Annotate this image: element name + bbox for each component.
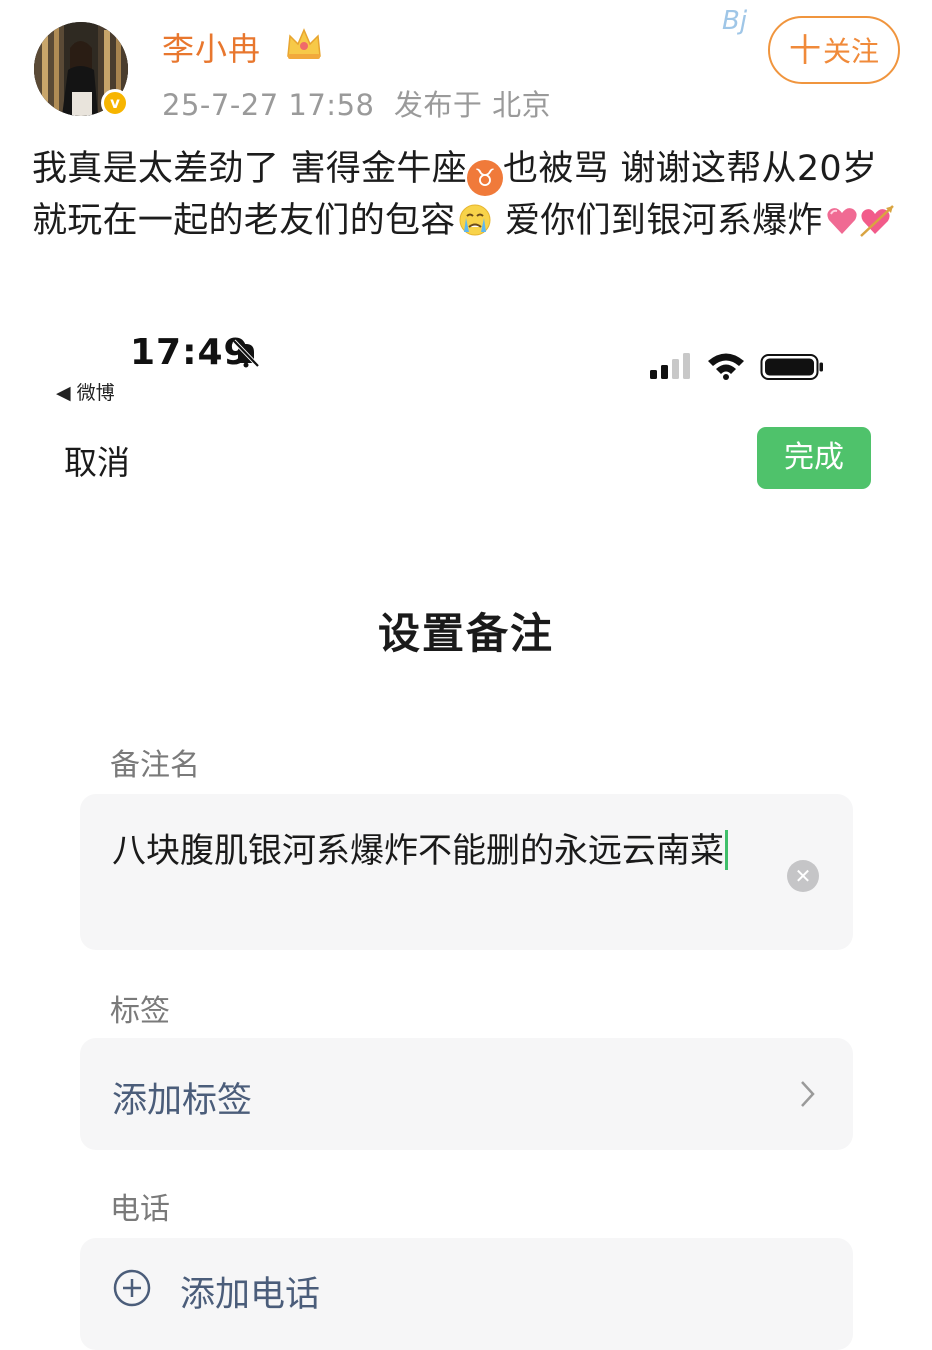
wifi-icon xyxy=(708,353,744,380)
done-button[interactable]: 完成 xyxy=(757,427,871,489)
crying-face-emoji xyxy=(459,204,491,236)
add-phone-row[interactable]: 添加电话 xyxy=(80,1238,853,1350)
battery-icon xyxy=(760,354,823,380)
plus-icon: 十 xyxy=(788,31,821,69)
back-to-weibo-link[interactable]: ◀ 微博 xyxy=(56,378,115,405)
post-text-part3: 爱你们到银河系爆炸 xyxy=(493,201,823,241)
watermark-decoration: Bj xyxy=(722,6,748,36)
remark-name-label: 备注名 xyxy=(110,748,200,783)
taurus-emoji: ♉ xyxy=(467,160,504,196)
chevron-right-icon xyxy=(801,1081,815,1107)
verified-badge-icon: v xyxy=(101,89,129,117)
bell-off-icon xyxy=(232,339,260,368)
heart-arrow-emoji xyxy=(859,205,894,237)
phone-label: 电话 xyxy=(110,1192,170,1227)
add-tag-row[interactable]: 添加标签 xyxy=(80,1038,853,1150)
signal-icon xyxy=(650,353,690,379)
post-text: 我真是太差劲了 害得金牛座 ♉ 也被骂 谢谢这帮从20岁就玩在一起的老友们的包容 爱… xyxy=(32,144,912,247)
remark-name-value: 八块腹肌银河系爆炸不能删的永远云南菜 xyxy=(112,831,724,871)
tag-label: 标签 xyxy=(110,994,170,1029)
text-caret xyxy=(725,830,728,870)
add-tag-text: 添加标签 xyxy=(112,1081,253,1121)
plus-circle-icon xyxy=(113,1269,151,1307)
username[interactable]: 李小冉 xyxy=(162,24,261,70)
post-meta: 25-7-27 17:58 发布于 北京 xyxy=(162,82,551,124)
post-text-part1: 我真是太差劲了 害得金牛座 xyxy=(32,149,468,189)
post-location: 发布于 北京 xyxy=(393,88,552,122)
post-timestamp: 25-7-27 17:58 xyxy=(162,88,375,122)
crown-icon xyxy=(287,28,321,59)
remark-name-field[interactable]: 八块腹肌银河系爆炸不能删的永远云南菜 ✕ xyxy=(80,794,853,950)
follow-button[interactable]: 十关注 xyxy=(768,16,900,84)
add-phone-text: 添加电话 xyxy=(180,1275,321,1315)
cancel-button[interactable]: 取消 xyxy=(64,436,130,484)
clear-icon[interactable]: ✕ xyxy=(787,860,819,892)
follow-label: 关注 xyxy=(823,35,880,68)
remark-name-input[interactable]: 八块腹肌银河系爆炸不能删的永远云南菜 xyxy=(112,828,732,874)
heart-emoji xyxy=(827,208,857,234)
page-title: 设置备注 xyxy=(377,609,554,658)
